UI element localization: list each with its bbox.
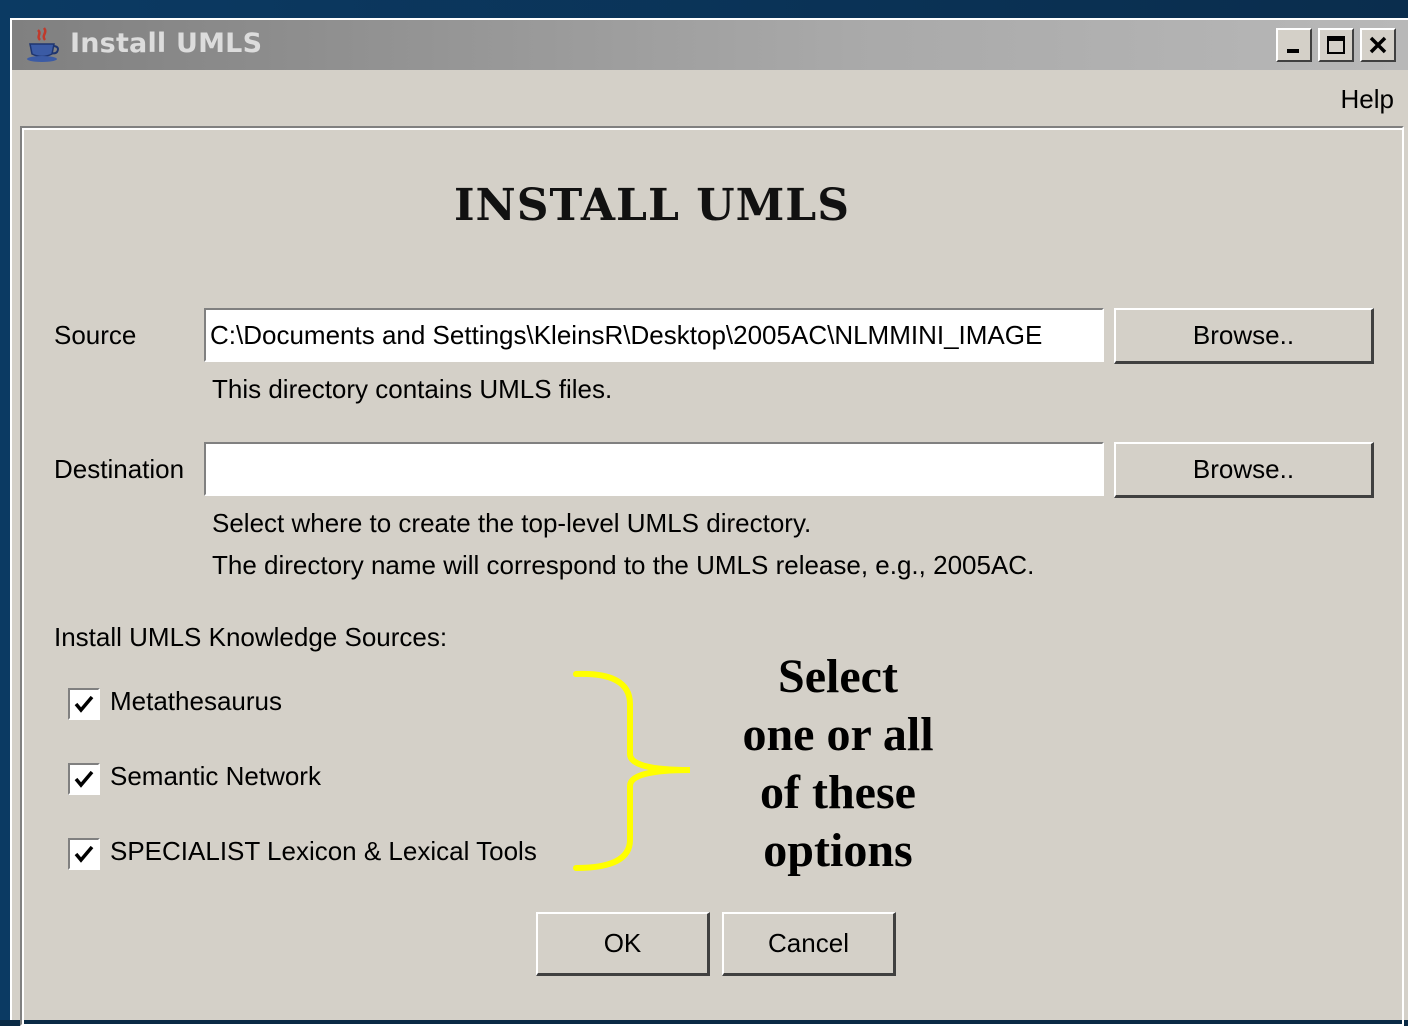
source-browse-button[interactable]: Browse..: [1114, 308, 1374, 364]
source-input[interactable]: [204, 308, 1104, 362]
close-button[interactable]: [1360, 28, 1396, 62]
ok-button[interactable]: OK: [536, 912, 710, 976]
checkmark-icon: [74, 695, 94, 713]
metathesaurus-checkbox[interactable]: [68, 688, 100, 720]
semantic-network-label[interactable]: Semantic Network: [110, 761, 321, 792]
source-hint: This directory contains UMLS files.: [212, 374, 613, 404]
source-label: Source: [54, 320, 137, 350]
checkmark-icon: [74, 845, 94, 863]
destination-browse-button[interactable]: Browse..: [1114, 442, 1374, 498]
annotation-line-4: options: [763, 824, 913, 877]
destination-input[interactable]: [204, 442, 1104, 496]
destination-hint-line1: Select where to create the top-level UML…: [212, 508, 812, 538]
destination-hint-line2: The directory name will correspond to th…: [212, 550, 1035, 580]
maximize-icon: [1327, 36, 1345, 54]
metathesaurus-label[interactable]: Metathesaurus: [110, 686, 282, 717]
window-title: Install UMLS: [70, 28, 263, 59]
annotation-line-3: of these: [760, 766, 916, 819]
annotation-line-2: one or all: [742, 708, 934, 761]
specialist-lexicon-checkbox[interactable]: [68, 838, 100, 870]
page-title: INSTALL UMLS: [453, 180, 851, 231]
semantic-network-checkbox[interactable]: [68, 763, 100, 795]
menu-bar: Help: [12, 70, 1408, 128]
destination-field-wrap: [204, 442, 1104, 496]
cancel-button[interactable]: Cancel: [722, 912, 896, 976]
minimize-icon: [1287, 49, 1299, 53]
title-bar[interactable]: Install UMLS: [12, 20, 1408, 70]
knowledge-sources-label: Install UMLS Knowledge Sources:: [54, 622, 448, 652]
checkmark-icon: [74, 770, 94, 788]
destination-label: Destination: [54, 454, 185, 484]
annotation-line-1: Select: [778, 650, 898, 703]
java-coffee-cup-icon: [27, 27, 59, 62]
source-field-wrap: [204, 308, 1104, 362]
desktop-background: Install UMLS Help INSTALL UMLS Source Br…: [0, 0, 1408, 1026]
specialist-lexicon-label[interactable]: SPECIALIST Lexicon & Lexical Tools: [110, 836, 537, 867]
maximize-button[interactable]: [1318, 28, 1354, 62]
annotation-text: Select one or all of these options: [708, 648, 968, 880]
install-panel: INSTALL UMLS Source Browse.. This direct…: [20, 126, 1404, 1026]
close-icon: [1369, 36, 1387, 54]
menu-help[interactable]: Help: [1341, 84, 1394, 115]
minimize-button[interactable]: [1276, 28, 1312, 62]
yellow-brace-annotation: [573, 670, 691, 871]
